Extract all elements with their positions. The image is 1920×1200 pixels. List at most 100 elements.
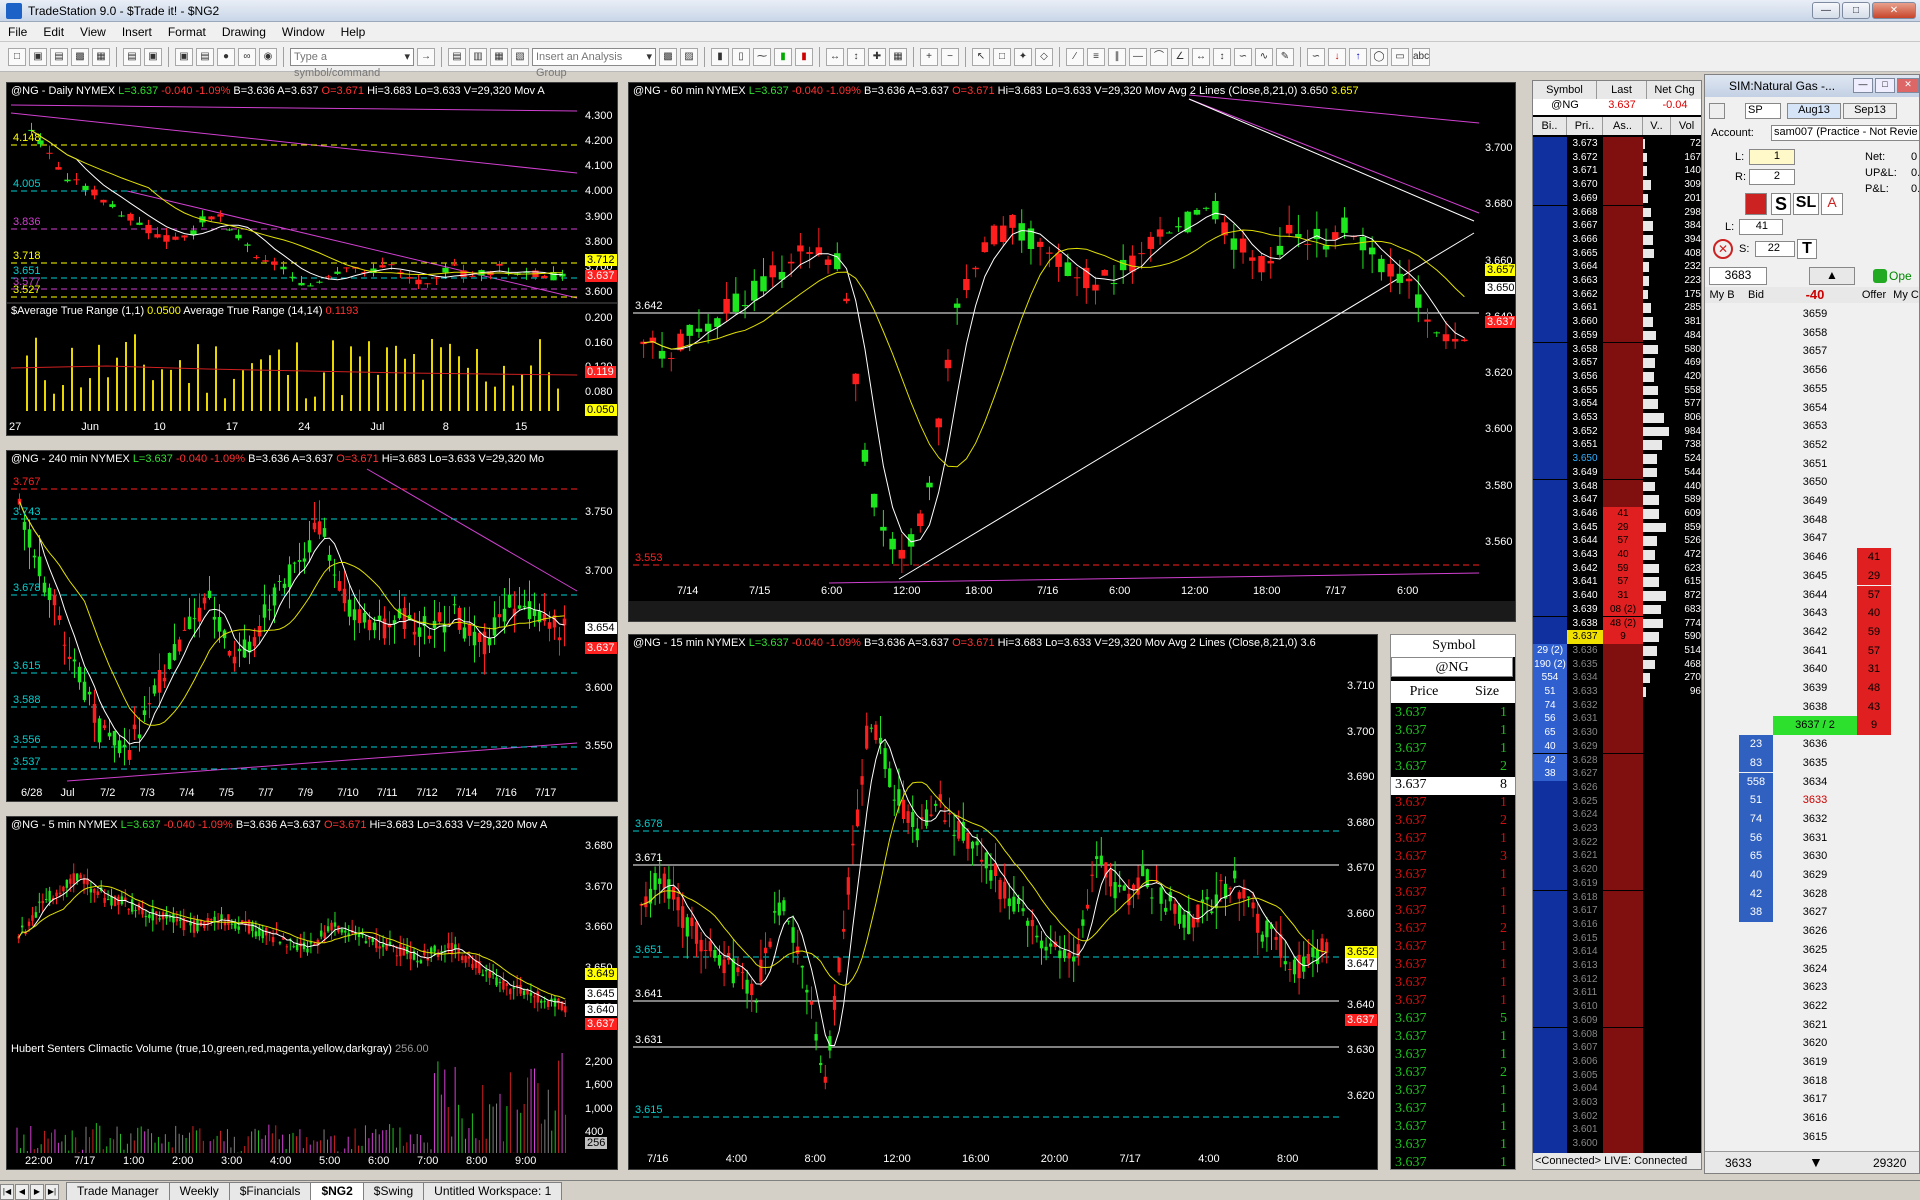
radar-icon[interactable]: ▥: [469, 47, 487, 66]
command-go-icon[interactable]: →: [417, 47, 435, 66]
link-icon[interactable]: ∞: [238, 47, 256, 66]
workspace-tab[interactable]: $Swing: [362, 1182, 425, 1200]
next-tab-icon[interactable]: ▶: [30, 1184, 44, 1200]
ladder-row[interactable]: 3635 83: [1705, 753, 1919, 773]
red-candle-icon[interactable]: ▮: [795, 47, 813, 66]
price-input[interactable]: 3683: [1709, 267, 1767, 285]
trendline-icon[interactable]: ∕: [1066, 47, 1084, 66]
minimize-icon[interactable]: —: [1812, 2, 1840, 19]
pencil-icon[interactable]: ✎: [1276, 47, 1294, 66]
gann-icon[interactable]: ∽: [1234, 47, 1252, 66]
prev-tab-icon[interactable]: ◀: [15, 1184, 29, 1200]
ladder-row[interactable]: 3620: [1705, 1034, 1919, 1053]
arc-icon[interactable]: ⌒: [1150, 47, 1168, 66]
save-icon[interactable]: ▩: [71, 47, 89, 66]
ladder-row[interactable]: 3629 40: [1705, 866, 1919, 885]
account-select[interactable]: sam007 (Practice - Not Revie: [1771, 125, 1919, 141]
ladder-row[interactable]: 3644 57: [1705, 585, 1919, 605]
rectangle-icon[interactable]: ▭: [1391, 47, 1409, 66]
ladder-row[interactable]: 3653: [1705, 417, 1919, 436]
compress-icon[interactable]: ↕: [847, 47, 865, 66]
zoom-in-icon[interactable]: +: [920, 47, 938, 66]
ladder-row[interactable]: 3659: [1705, 305, 1919, 324]
contract-month-1[interactable]: Aug13: [1787, 103, 1841, 119]
ladder-row[interactable]: 3641 57: [1705, 641, 1919, 661]
horizontal-line-icon[interactable]: —: [1129, 47, 1147, 66]
print-icon[interactable]: ▤: [123, 47, 141, 66]
green-candle-icon[interactable]: ▮: [774, 47, 792, 66]
ladder-row[interactable]: 3654: [1705, 399, 1919, 418]
ladder-row[interactable]: 3639 48: [1705, 679, 1919, 698]
line-chart-icon[interactable]: ⁓: [753, 47, 771, 66]
auto-icon[interactable]: A: [1821, 193, 1843, 215]
menu-help[interactable]: Help: [333, 25, 374, 39]
ladder-row[interactable]: 3638 43: [1705, 697, 1919, 717]
ladder-row[interactable]: 3642 59: [1705, 622, 1919, 642]
target-button[interactable]: T: [1797, 239, 1817, 259]
first-tab-icon[interactable]: |◀: [0, 1184, 14, 1200]
menu-format[interactable]: Format: [160, 25, 214, 39]
workspace-tab[interactable]: $Financials: [228, 1182, 312, 1200]
bar-chart-icon[interactable]: ▮: [711, 47, 729, 66]
fib-icon[interactable]: ≡: [1087, 47, 1105, 66]
symbol-command-input[interactable]: Type a symbol/command: [290, 47, 414, 79]
workspace-tab[interactable]: $NG2: [310, 1182, 364, 1200]
stop-limit-button[interactable]: SL: [1793, 193, 1819, 215]
ladder-row[interactable]: 3656: [1705, 361, 1919, 380]
sim-close-icon[interactable]: ✕: [1897, 78, 1919, 93]
ladder-row[interactable]: 3649: [1705, 492, 1919, 511]
analysis-icon[interactable]: ▧: [511, 47, 529, 66]
new-icon[interactable]: □: [8, 47, 26, 66]
scroll-down-icon[interactable]: ▼: [1809, 1154, 1823, 1170]
menu-window[interactable]: Window: [274, 25, 333, 39]
ladder-row[interactable]: 3645 29: [1705, 566, 1919, 586]
last-tab-icon[interactable]: ▶|: [45, 1184, 59, 1200]
sim-settings-icon[interactable]: [1709, 103, 1725, 119]
chart-window-icon[interactable]: ▤: [448, 47, 466, 66]
arrow-down-icon[interactable]: ↓: [1328, 47, 1346, 66]
ladder-row[interactable]: 3621: [1705, 1016, 1919, 1035]
window-icon[interactable]: ▣: [175, 47, 193, 66]
crosshair-icon[interactable]: ✚: [868, 47, 886, 66]
ladder-row[interactable]: 3628 42: [1705, 884, 1919, 904]
menu-insert[interactable]: Insert: [114, 25, 160, 39]
select-icon[interactable]: □: [993, 47, 1011, 66]
ladder-row[interactable]: 3643 40: [1705, 604, 1919, 623]
ladder-row[interactable]: 3657: [1705, 342, 1919, 361]
menu-view[interactable]: View: [72, 25, 114, 39]
ladder-row[interactable]: 3618: [1705, 1072, 1919, 1091]
sim-maximize-icon[interactable]: □: [1875, 78, 1895, 93]
ladder-row[interactable]: 3624: [1705, 960, 1919, 979]
close-icon[interactable]: ✕: [1872, 2, 1916, 19]
matrix-icon[interactable]: ▦: [490, 47, 508, 66]
ladder-row[interactable]: 3658: [1705, 324, 1919, 343]
arrow-up-icon[interactable]: ↑: [1349, 47, 1367, 66]
ladder-row[interactable]: 3634 558: [1705, 772, 1919, 792]
candle-icon[interactable]: ▯: [732, 47, 750, 66]
open-workspace-icon[interactable]: ▤: [50, 47, 68, 66]
ladder-row[interactable]: 3648: [1705, 511, 1919, 530]
ladder-row[interactable]: 3627 38: [1705, 903, 1919, 923]
sim-minimize-icon[interactable]: —: [1853, 78, 1873, 93]
menu-edit[interactable]: Edit: [35, 25, 72, 39]
open-icon[interactable]: ▣: [29, 47, 47, 66]
chart-5min[interactable]: @NG - 5 min NYMEX L=3.637 -0.040 -1.09% …: [6, 816, 618, 1170]
menu-file[interactable]: File: [0, 25, 35, 39]
vertical-line-icon[interactable]: ↕: [1213, 47, 1231, 66]
stop-button[interactable]: S: [1771, 193, 1791, 215]
measure-icon[interactable]: ↔: [1192, 47, 1210, 66]
ladder-row[interactable]: 3615: [1705, 1128, 1919, 1147]
tools-icon[interactable]: ✦: [1014, 47, 1032, 66]
contract-month-2[interactable]: Sep13: [1843, 103, 1897, 119]
analysis-group-input[interactable]: Insert an Analysis Group: [532, 47, 656, 79]
ladder-row[interactable]: 3646 41: [1705, 548, 1919, 567]
ladder-row[interactable]: 3655: [1705, 380, 1919, 399]
workspace-tab[interactable]: Trade Manager: [66, 1182, 170, 1200]
ladder-row[interactable]: 3625: [1705, 941, 1919, 960]
exchange-select[interactable]: SP: [1745, 103, 1781, 119]
workspace-tab[interactable]: Weekly: [168, 1182, 230, 1200]
insert-study-icon[interactable]: ▩: [659, 47, 677, 66]
ladder-row[interactable]: 3619: [1705, 1053, 1919, 1072]
text-icon[interactable]: abc: [1412, 47, 1430, 66]
freehand-icon[interactable]: ∽: [1307, 47, 1325, 66]
